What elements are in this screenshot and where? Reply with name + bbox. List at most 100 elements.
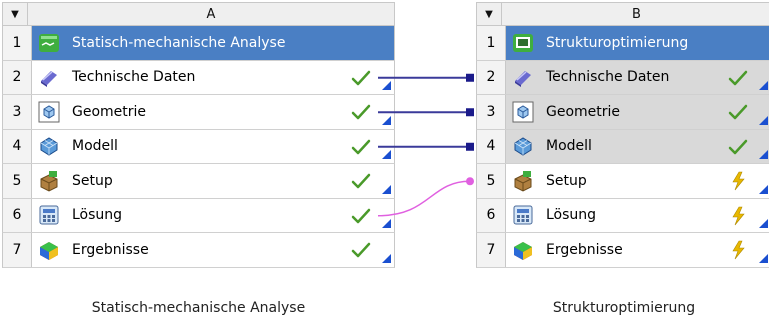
cell-corner-arrow-icon[interactable] <box>759 184 768 194</box>
cell-technische-daten[interactable]: Technische Daten <box>506 60 769 94</box>
system-a-header: ▼ A <box>2 2 395 26</box>
row-number: 4 <box>3 129 32 163</box>
transfer-endpoint <box>466 177 474 186</box>
row-number: 6 <box>477 198 506 232</box>
system-a[interactable]: ▼ A 1 Statisch-mechanische Analyse 2 Techni… <box>2 2 395 268</box>
status-up-to-date-icon <box>727 67 749 89</box>
row-number: 6 <box>3 198 32 232</box>
topology-optimization-icon <box>512 32 534 54</box>
cell-label: Setup <box>72 172 113 189</box>
system-b[interactable]: ▼ B 1 Strukturoptimierung 2 Technische Date… <box>476 2 769 268</box>
row-number: 7 <box>3 233 32 267</box>
row-number: 1 <box>477 26 506 60</box>
cell-setup[interactable]: Setup <box>506 164 769 198</box>
cell-label: Modell <box>546 138 592 155</box>
cell-row-2[interactable]: 2 Technische Daten <box>476 60 769 95</box>
cell-row-2[interactable]: 2 Technische Daten <box>2 60 395 95</box>
static-structural-icon <box>38 32 60 54</box>
cell-label: Setup <box>546 172 587 189</box>
results-icon <box>38 239 60 261</box>
status-up-to-date-icon <box>350 101 372 123</box>
cell-lösung[interactable]: Lösung <box>32 199 394 233</box>
cell-row-3[interactable]: 3 Geometrie <box>2 95 395 130</box>
system-b-caption[interactable]: Strukturoptimierung <box>476 300 769 316</box>
results-icon <box>512 239 534 261</box>
system-a-menu-arrow[interactable]: ▼ <box>3 3 28 25</box>
status-up-to-date-icon <box>350 170 372 192</box>
row-number: 4 <box>477 129 506 163</box>
status-up-to-date-icon <box>350 67 372 89</box>
cell-label: Ergebnisse <box>546 241 623 258</box>
cell-lösung[interactable]: Lösung <box>506 199 769 233</box>
cell-corner-arrow-icon[interactable] <box>382 150 391 159</box>
system-a-cells: 1 Statisch-mechanische Analyse 2 Technische… <box>2 26 395 268</box>
row-number: 3 <box>477 95 506 129</box>
cell-row-4[interactable]: 4 Modell <box>476 129 769 164</box>
cell-corner-arrow-icon[interactable] <box>382 81 391 90</box>
cell-row-7[interactable]: 7 Ergebnisse <box>476 233 769 268</box>
row-number: 7 <box>477 233 506 267</box>
geometry-icon <box>38 101 60 123</box>
engineering-data-icon <box>512 66 534 88</box>
cell-row-1[interactable]: 1 Strukturoptimierung <box>476 26 769 61</box>
cell-row-6[interactable]: 6 Lösung <box>476 198 769 233</box>
cell-technische-daten[interactable]: Technische Daten <box>32 61 394 95</box>
model-icon <box>38 135 60 157</box>
cell-row-6[interactable]: 6 Lösung <box>2 198 395 233</box>
link-endpoint <box>466 108 474 117</box>
cell-corner-arrow-icon[interactable] <box>382 115 391 125</box>
cell-row-3[interactable]: 3 Geometrie <box>476 95 769 130</box>
cell-setup[interactable]: Setup <box>32 164 394 198</box>
cell-label: Statisch-mechanische Analyse <box>72 34 286 51</box>
cell-row-4[interactable]: 4 Modell <box>2 129 395 164</box>
status-refresh-required-icon <box>727 239 749 261</box>
system-b-menu-arrow[interactable]: ▼ <box>477 3 502 25</box>
system-a-caption[interactable]: Statisch-mechanische Analyse <box>2 300 395 316</box>
cell-corner-arrow-icon[interactable] <box>759 253 768 263</box>
setup-icon <box>512 170 534 192</box>
cell-corner-arrow-icon[interactable] <box>382 184 391 194</box>
row-number: 3 <box>3 95 32 129</box>
setup-icon <box>38 170 60 192</box>
status-refresh-required-icon <box>727 205 749 227</box>
cell-row-7[interactable]: 7 Ergebnisse <box>2 233 395 268</box>
solution-icon <box>38 204 60 226</box>
column-letter-a: A <box>206 6 216 22</box>
cell-label: Lösung <box>546 207 597 224</box>
cell-label: Strukturoptimierung <box>546 34 689 51</box>
cell-ergebnisse[interactable]: Ergebnisse <box>506 233 769 267</box>
row-number: 2 <box>477 60 506 94</box>
cell-label: Technische Daten <box>546 69 670 86</box>
cell-ergebnisse[interactable]: Ergebnisse <box>32 233 394 267</box>
system-b-cells: 1 Strukturoptimierung 2 Technische Daten 3 Ge… <box>476 26 769 268</box>
cell-modell[interactable]: Modell <box>32 130 394 164</box>
cell-statisch-mechanische-analyse[interactable]: Statisch-mechanische Analyse <box>32 26 394 60</box>
cell-corner-arrow-icon[interactable] <box>759 115 768 125</box>
cell-label: Geometrie <box>546 103 621 120</box>
status-refresh-required-icon <box>727 170 749 192</box>
geometry-icon <box>512 101 534 123</box>
cell-row-5[interactable]: 5 Setup <box>476 164 769 199</box>
cell-modell[interactable]: Modell <box>506 129 769 163</box>
status-up-to-date-icon <box>350 205 372 227</box>
cell-row-5[interactable]: 5 Setup <box>2 164 395 199</box>
system-b-header: ▼ B <box>476 2 769 26</box>
row-number: 2 <box>3 60 32 94</box>
status-up-to-date-icon <box>350 239 372 261</box>
cell-corner-arrow-icon[interactable] <box>382 219 391 228</box>
cell-row-1[interactable]: 1 Statisch-mechanische Analyse <box>2 26 395 61</box>
cell-geometrie[interactable]: Geometrie <box>32 95 394 129</box>
status-up-to-date-icon <box>350 136 372 158</box>
cell-label: Lösung <box>72 207 123 224</box>
link-endpoint <box>466 142 474 151</box>
cell-strukturoptimierung[interactable]: Strukturoptimierung <box>506 26 769 60</box>
cell-corner-arrow-icon[interactable] <box>759 150 768 159</box>
cell-geometrie[interactable]: Geometrie <box>506 95 769 129</box>
cell-label: Technische Daten <box>72 69 196 86</box>
row-number: 5 <box>3 164 32 198</box>
solution-icon <box>512 204 534 226</box>
cell-corner-arrow-icon[interactable] <box>382 253 391 263</box>
cell-corner-arrow-icon[interactable] <box>759 81 768 90</box>
row-number: 1 <box>3 26 32 60</box>
cell-corner-arrow-icon[interactable] <box>759 219 768 228</box>
